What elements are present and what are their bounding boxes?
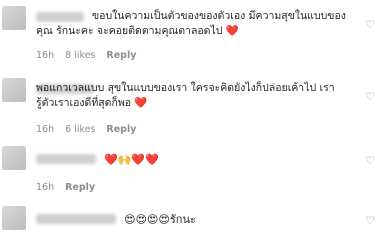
username-blurred[interactable] <box>36 214 116 224</box>
comment-time: 16h <box>36 124 55 135</box>
heart-outline-icon[interactable]: ♡ <box>365 90 375 103</box>
heart-outline-icon[interactable]: ♡ <box>365 214 375 227</box>
avatar[interactable] <box>2 78 26 102</box>
comment-text: ❤️🙌❤️❤️ <box>104 153 159 166</box>
comment-likes[interactable]: 6 likes <box>65 124 95 135</box>
comment-time: 16h <box>36 182 55 193</box>
comment-time: 16h <box>36 50 55 61</box>
comment-4: 😍😍😍😍รักนะ ♡ <box>0 200 387 242</box>
comment-meta: 16h Reply <box>36 182 95 193</box>
comment-meta: 16h 6 likes Reply <box>36 124 136 135</box>
avatar[interactable] <box>2 6 26 30</box>
reply-button[interactable]: Reply <box>65 182 95 193</box>
comment-1: ขอบในความเป็นตัวของของตัวเอง มีความสุขใน… <box>0 0 387 62</box>
comment-text: ขอบในความเป็นตัวของของตัวเอง มีความสุขใน… <box>36 10 346 37</box>
avatar[interactable] <box>2 206 26 230</box>
username-blurred[interactable] <box>36 154 96 164</box>
reply-button[interactable]: Reply <box>106 124 136 135</box>
comment-likes[interactable]: 8 likes <box>65 50 95 61</box>
reply-button[interactable]: Reply <box>106 50 136 61</box>
comment-text: พอแกวเวลแบบ สุขในแบบของเรา ใครจะคิดยังไง… <box>36 82 335 109</box>
comment-3: ❤️🙌❤️❤️ 16h Reply ♡ <box>0 140 387 200</box>
comment-meta: 16h 8 likes Reply <box>36 50 136 61</box>
comment-2: พอแกวเวลแบบ สุขในแบบของเรา ใครจะคิดยังไง… <box>0 72 387 142</box>
avatar[interactable] <box>2 146 26 170</box>
heart-outline-icon[interactable]: ♡ <box>365 18 375 31</box>
heart-outline-icon[interactable]: ♡ <box>365 154 375 167</box>
comment-text: 😍😍😍😍รักนะ <box>124 213 196 226</box>
